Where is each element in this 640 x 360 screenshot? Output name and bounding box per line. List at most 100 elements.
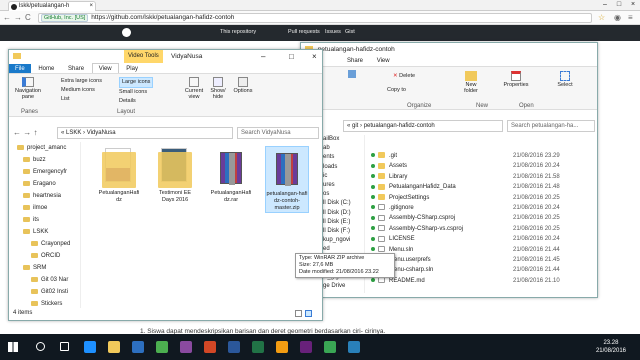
large-icons-view-icon[interactable] [305, 310, 312, 317]
nav-item[interactable]: buzz [17, 154, 80, 166]
start-windows-icon[interactable] [8, 342, 18, 352]
word-icon[interactable] [228, 341, 240, 353]
edge-icon[interactable] [84, 341, 96, 353]
browser-tab[interactable]: lskk/petualangan-h × [8, 1, 96, 11]
issues-link[interactable]: Issues [325, 29, 341, 35]
github-logo-icon[interactable] [122, 28, 131, 37]
file-item[interactable]: PetualanganHafi dz.rar [209, 146, 253, 204]
copy-to-button[interactable]: Copy to [387, 87, 406, 93]
nav-item[interactable]: ab [323, 144, 364, 153]
menu-icon[interactable]: ≡ [628, 13, 633, 23]
nav-item[interactable]: heartnesia [17, 190, 80, 202]
clock[interactable]: 23.28 21/08/2016 [596, 339, 626, 355]
file-row[interactable]: README.md 21/08/2016 21.10 [371, 276, 596, 286]
store-icon[interactable] [132, 341, 144, 353]
file-row[interactable]: Assets 21/08/2016 20.24 [371, 161, 596, 171]
maximize-button[interactable]: □ [289, 50, 294, 63]
cut-button[interactable] [345, 70, 359, 79]
forward-button[interactable]: → [14, 13, 22, 23]
nav-item[interactable]: Emergencyfr [17, 166, 80, 178]
properties-button[interactable]: Properties [499, 71, 533, 88]
breadcrumb-lskk[interactable]: LSKK [66, 130, 81, 136]
camtasia-icon[interactable] [324, 341, 336, 353]
reload-button[interactable]: C [25, 13, 31, 23]
nav-item[interactable]: LSKK [17, 226, 80, 238]
app-icon[interactable] [348, 341, 360, 353]
nav-item[interactable]: ures [323, 181, 364, 190]
tab-view[interactable]: View [371, 56, 396, 66]
tab-close-icon[interactable]: × [89, 2, 93, 11]
details-option[interactable]: Details [119, 97, 153, 106]
extra-large-icons-option[interactable]: Extra large icons [61, 77, 102, 86]
close-button[interactable]: × [626, 0, 640, 10]
breadcrumb-current[interactable]: VidyaNusa [87, 130, 116, 136]
nav-item[interactable]: ll Disk (E:) [323, 218, 364, 227]
file-row[interactable]: Assembly-CSharp.csproj 21/08/2016 20.25 [371, 213, 596, 223]
close-button[interactable]: × [312, 50, 317, 63]
nav-item[interactable]: os [323, 190, 364, 199]
file-row[interactable]: .gitignore 21/08/2016 20.24 [371, 203, 596, 213]
navigation-pane-button[interactable]: Navigation pane [11, 77, 45, 100]
nav-item[interactable]: Git02 Insti [17, 286, 80, 298]
nav-item[interactable]: Git 03 Nar [17, 274, 80, 286]
list-option[interactable]: List [61, 95, 102, 104]
bookmark-star-icon[interactable]: ☆ [598, 13, 605, 23]
nav-item[interactable]: project_amanc [17, 142, 80, 154]
file-row[interactable]: Library 21/08/2016 21.58 [371, 172, 596, 182]
forward-arrow-icon[interactable]: → [23, 128, 31, 137]
nav-item[interactable]: its [17, 214, 80, 226]
nav-item[interactable]: ll Disk (C:) [323, 199, 364, 208]
file-row[interactable]: PetualanganHafidz_Data 21/08/2016 21.48 [371, 182, 596, 192]
large-icons-option[interactable]: Large icons [119, 77, 154, 88]
repo-search-label[interactable]: This repository [220, 29, 256, 35]
file-row[interactable]: Menu.sln 21/08/2016 21.44 [371, 245, 596, 255]
vlc-icon[interactable] [276, 341, 288, 353]
new-folder-button[interactable]: New folder [459, 71, 483, 94]
nav-item[interactable]: kup_ngovi [323, 236, 364, 245]
maximize-button[interactable]: □ [612, 0, 626, 10]
back-button[interactable]: ← [3, 13, 11, 23]
current-view-button[interactable]: Current view [183, 77, 205, 100]
extension-icon[interactable]: ◉ [614, 13, 621, 23]
file-row[interactable]: .git 21/08/2016 23.29 [371, 151, 596, 161]
pull-requests-link[interactable]: Pull requests [288, 29, 320, 35]
address-bar[interactable]: « LSKK › VidyaNusa [57, 127, 233, 139]
address-bar[interactable]: GitHub, Inc. [US] https://github.com/lskk… [38, 13, 592, 23]
minimize-button[interactable]: – [261, 50, 265, 63]
tab-share[interactable]: Share [341, 56, 369, 66]
nav-item[interactable]: SRM [17, 262, 80, 274]
minimize-button[interactable]: – [598, 0, 612, 10]
powerpoint-icon[interactable] [204, 341, 216, 353]
show-hide-button[interactable]: Show/ hide [207, 77, 229, 100]
up-arrow-icon[interactable]: ↑ [33, 128, 37, 137]
visual-studio-icon[interactable] [300, 341, 312, 353]
address-bar[interactable]: « git › petualangan-hafidz-contoh [343, 120, 503, 132]
nav-item[interactable]: ll Disk (F:) [323, 227, 364, 236]
search-icon[interactable] [36, 342, 45, 351]
nav-item[interactable]: ge Drive [323, 282, 364, 291]
nav-item[interactable]: Eragano [17, 178, 80, 190]
select-button[interactable]: Select [553, 71, 577, 88]
nav-item[interactable]: Stickers [17, 298, 80, 308]
chrome-icon[interactable] [156, 341, 168, 353]
nav-item[interactable]: Crayonped [17, 238, 80, 250]
nav-item[interactable]: loads [323, 163, 364, 172]
nav-item[interactable]: ailBox [323, 135, 364, 144]
winrar-icon[interactable] [180, 341, 192, 353]
explorer-icon[interactable] [108, 341, 120, 353]
delete-button[interactable]: ✕ Delete [393, 73, 415, 79]
file-row[interactable]: Menu.userprefs 21/08/2016 21.45 [371, 255, 596, 265]
nav-item[interactable]: ll Disk (D:) [323, 209, 364, 218]
file-item[interactable]: PetualanganHafi dz [97, 146, 141, 204]
small-icons-option[interactable]: Small icons [119, 88, 153, 97]
options-button[interactable]: Options [231, 77, 255, 94]
nav-item[interactable]: ilmoe [17, 202, 80, 214]
breadcrumb-current[interactable]: petualangan-hafidz-contoh [364, 123, 435, 129]
excel-icon[interactable] [252, 341, 264, 353]
nav-item[interactable]: ORCID [17, 250, 80, 262]
search-input[interactable]: Search petualangan-ha... [507, 120, 595, 132]
file-item[interactable]: petualangan-hafi dz-contoh-master.zip [265, 146, 309, 213]
gist-link[interactable]: Gist [345, 29, 355, 35]
file-row[interactable]: LICENSE 21/08/2016 20.24 [371, 234, 596, 244]
file-row[interactable]: Assembly-CSharp-vs.csproj 21/08/2016 20.2… [371, 224, 596, 234]
